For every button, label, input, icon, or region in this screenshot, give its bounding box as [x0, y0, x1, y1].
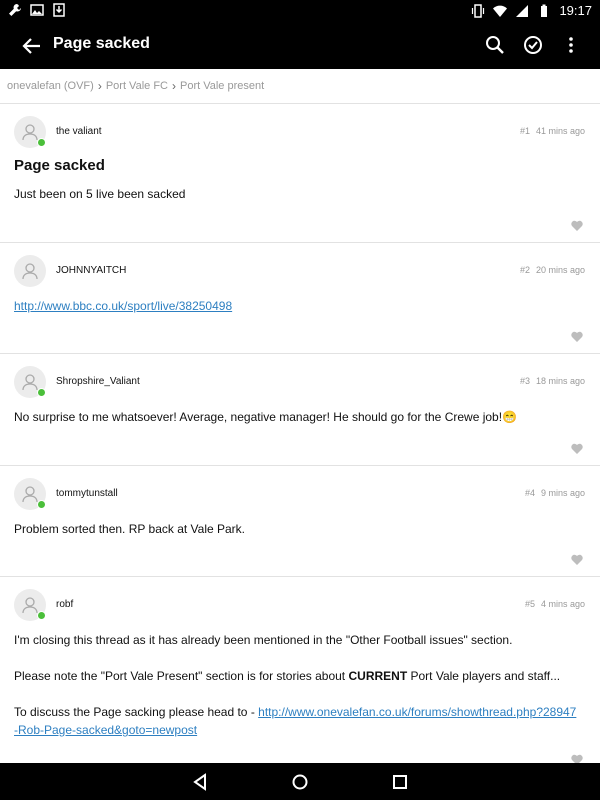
post-1: the valiant #1 41 mins ago Page sacked Ju…: [0, 104, 600, 243]
post-text: No surprise to me whatsoever! Average, n…: [14, 410, 503, 424]
vibrate-icon: [472, 3, 485, 18]
nav-home-icon[interactable]: [290, 772, 310, 792]
post-text: Port Vale players and staff...: [407, 669, 561, 683]
post-title: Page sacked: [14, 157, 105, 174]
signal-icon: [516, 4, 529, 17]
avatar[interactable]: [14, 366, 46, 398]
back-arrow-icon[interactable]: [20, 34, 44, 58]
breadcrumb-section[interactable]: Port Vale present: [180, 80, 264, 92]
post-meta: #4 9 mins ago: [525, 488, 585, 498]
post-text: Please note the "Port Vale Present" sect…: [14, 669, 349, 683]
post-body: Problem sorted then. RP back at Vale Par…: [14, 522, 246, 536]
post-number: #1: [519, 126, 530, 136]
heart-icon[interactable]: [571, 554, 583, 565]
wifi-icon: [493, 5, 508, 17]
post-number: #2: [519, 265, 530, 275]
post-5: robf #5 4 mins ago I'm closing this threa…: [0, 577, 600, 763]
post-number: #3: [519, 376, 530, 386]
online-indicator: [37, 138, 46, 147]
online-indicator: [37, 500, 46, 509]
grin-emoji-icon: 😁: [502, 410, 517, 424]
post-meta: #1 41 mins ago: [520, 126, 585, 136]
post-body: No surprise to me whatsoever! Average, n…: [14, 408, 589, 426]
post-4: tommytunstall #4 9 mins ago Problem sorte…: [0, 466, 600, 577]
check-circle-icon[interactable]: [522, 34, 544, 56]
user-icon: [22, 374, 38, 391]
post-number: #4: [524, 488, 535, 498]
post-username[interactable]: JOHNNYAITCH: [56, 265, 126, 276]
search-icon[interactable]: [484, 34, 506, 56]
post-text: To discuss the Page sacking please head …: [14, 705, 259, 719]
post-meta: #5 4 mins ago: [525, 599, 585, 609]
status-bar: 19:17: [0, 0, 600, 22]
post-username[interactable]: tommytunstall: [56, 488, 118, 499]
post-time: 9 mins ago: [540, 488, 585, 498]
user-icon: [22, 263, 38, 280]
breadcrumb: onevalefan (OVF) › Port Vale FC › Port V…: [0, 69, 600, 104]
battery-icon: [541, 4, 548, 17]
post-2: JOHNNYAITCH #2 20 mins ago http://www.bbc…: [0, 243, 600, 354]
post-body: Just been on 5 live been sacked: [14, 187, 186, 201]
online-indicator: [37, 388, 46, 397]
more-vert-icon[interactable]: [560, 34, 582, 56]
status-time: 19:17: [559, 3, 592, 18]
post-meta: #3 18 mins ago: [520, 376, 585, 386]
post-username[interactable]: robf: [56, 599, 73, 610]
post-body-line-2: Please note the "Port Vale Present" sect…: [14, 667, 589, 685]
user-icon: [22, 597, 38, 614]
post-time: 20 mins ago: [535, 265, 585, 275]
chevron-right-icon: ›: [97, 79, 102, 93]
nav-back-icon[interactable]: [190, 772, 210, 792]
post-3: Shropshire_Valiant #3 18 mins ago No surp…: [0, 354, 600, 466]
user-icon: [22, 486, 38, 503]
post-time: 4 mins ago: [540, 599, 585, 609]
post-username[interactable]: the valiant: [56, 126, 102, 137]
nav-recents-icon[interactable]: [390, 772, 410, 792]
post-time: 41 mins ago: [535, 126, 585, 136]
download-icon: [53, 3, 65, 17]
user-icon: [22, 124, 38, 141]
page-title: Page sacked: [53, 35, 150, 52]
online-indicator: [37, 611, 46, 620]
heart-icon[interactable]: [571, 220, 583, 231]
app-bar: Page sacked: [0, 22, 600, 69]
heart-icon[interactable]: [571, 331, 583, 342]
avatar[interactable]: [14, 478, 46, 510]
post-number: #5: [524, 599, 535, 609]
post-body-line-1: I'm closing this thread as it has alread…: [14, 633, 513, 647]
post-list: the valiant #1 41 mins ago Page sacked Ju…: [0, 104, 600, 763]
image-icon: [30, 4, 44, 16]
post-time: 18 mins ago: [535, 376, 585, 386]
avatar[interactable]: [14, 255, 46, 287]
post-text-bold: CURRENT: [348, 669, 408, 683]
post-link[interactable]: http://www.bbc.co.uk/sport/live/38250498: [14, 299, 232, 313]
chevron-right-icon: ›: [171, 79, 176, 93]
post-body-line-3: To discuss the Page sacking please head …: [14, 703, 579, 739]
post-body: http://www.bbc.co.uk/sport/live/38250498: [14, 297, 589, 315]
heart-icon[interactable]: [571, 754, 583, 763]
avatar[interactable]: [14, 589, 46, 621]
breadcrumb-forum[interactable]: onevalefan (OVF): [7, 80, 94, 92]
post-username[interactable]: Shropshire_Valiant: [56, 376, 140, 387]
avatar[interactable]: [14, 116, 46, 148]
navigation-bar: [0, 763, 600, 800]
wrench-icon: [9, 4, 21, 16]
heart-icon[interactable]: [571, 443, 583, 454]
post-meta: #2 20 mins ago: [520, 265, 585, 275]
breadcrumb-subforum[interactable]: Port Vale FC: [106, 80, 168, 92]
